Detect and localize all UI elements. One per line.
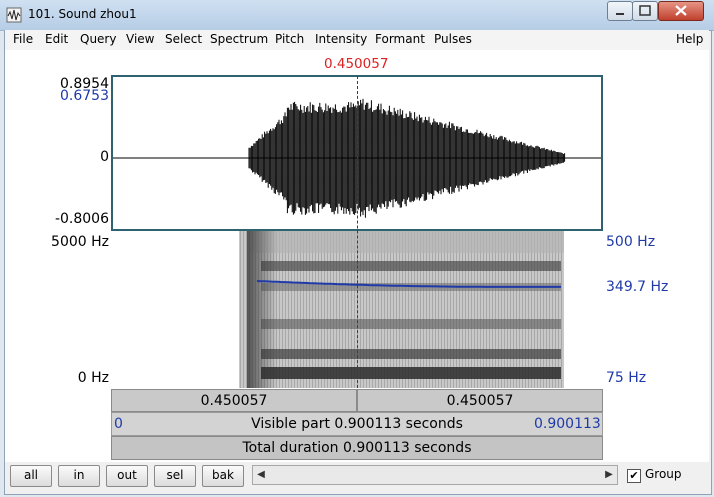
spectrogram-freq-top: 5000 Hz (51, 234, 109, 250)
waveform-cursor-value: 0.6753 (60, 88, 109, 104)
menu-formant[interactable]: Formant (375, 32, 425, 46)
spectrogram-band-6 (261, 367, 561, 379)
pitch-top-label: 500 Hz (606, 234, 656, 250)
menu-edit[interactable]: Edit (45, 32, 68, 46)
zoom-in-button[interactable]: in (58, 465, 100, 487)
spectrogram-freq-bottom: 0 Hz (77, 370, 109, 386)
pitch-value-label: 349.7 Hz (606, 279, 669, 295)
spectrogram-band-2 (261, 261, 561, 271)
menu-file[interactable]: File (13, 32, 33, 46)
waveform-y-min: -0.8006 (54, 211, 109, 227)
group-label: Group (645, 467, 682, 481)
window-title: 101. Sound zhou1 (28, 7, 137, 21)
waveform-y-zero: 0 (100, 149, 109, 165)
zoom-back-button[interactable]: bak (202, 465, 244, 487)
group-checkbox[interactable]: ✔ (627, 469, 641, 483)
minimize-button[interactable] (607, 1, 633, 21)
spectrogram-onset (247, 231, 277, 388)
cursor-line (357, 76, 358, 388)
pitch-bottom-label: 75 Hz (606, 370, 647, 386)
total-duration-label: Total duration 0.900113 seconds (242, 440, 472, 456)
menu-pitch[interactable]: Pitch (275, 32, 304, 46)
scroll-right-icon[interactable]: ▶ (601, 466, 617, 484)
horizontal-scrollbar[interactable] (252, 465, 618, 485)
check-icon: ✔ (629, 469, 639, 482)
menu-pulses[interactable]: Pulses (434, 32, 472, 46)
spectrogram-band-4 (261, 319, 561, 329)
scroll-left-icon[interactable]: ◀ (253, 466, 269, 484)
spectrogram-band-1 (251, 231, 564, 253)
maximize-icon (639, 5, 651, 16)
menu-spectrum[interactable]: Spectrum (210, 32, 268, 46)
menu-intensity[interactable]: Intensity (315, 32, 367, 46)
menu-help[interactable]: Help (676, 32, 703, 46)
zoom-out-button[interactable]: out (106, 465, 148, 487)
menu-view[interactable]: View (126, 32, 154, 46)
cursor-right-segment[interactable]: 0.450057 (357, 389, 603, 412)
visible-part-label: Visible part 0.900113 seconds (251, 416, 463, 432)
menu-select[interactable]: Select (165, 32, 202, 46)
close-button[interactable] (658, 1, 704, 21)
spectrogram-noise (239, 231, 564, 388)
zoom-all-button[interactable]: all (10, 465, 52, 487)
spectrogram-band-5 (261, 349, 561, 359)
cursor-left-segment[interactable]: 0.450057 (111, 389, 357, 412)
minimize-icon (616, 13, 624, 15)
maximize-button[interactable] (632, 1, 658, 21)
cursor-time-label: 0.450057 (324, 56, 389, 72)
close-icon (675, 5, 687, 16)
zoom-selection-button[interactable]: sel (154, 465, 196, 487)
menu-query[interactable]: Query (80, 32, 116, 46)
visible-end: 0.900113 (534, 416, 601, 432)
app-icon (6, 7, 22, 23)
